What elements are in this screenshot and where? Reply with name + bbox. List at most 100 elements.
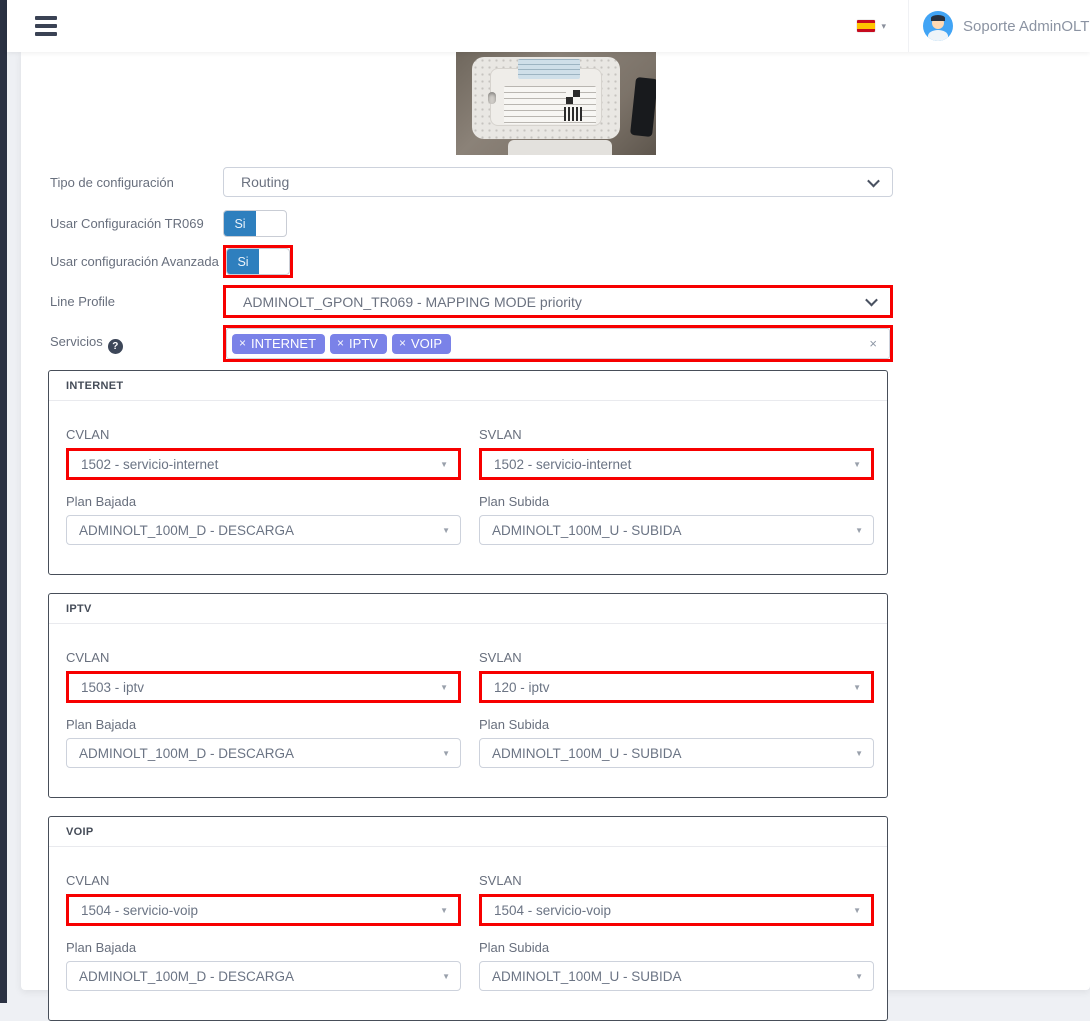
top-navbar: ▾ Soporte AdminOLT (7, 0, 1090, 52)
caret-down-icon: ▼ (853, 460, 861, 469)
line-profile-label: Line Profile (50, 294, 223, 309)
chevron-down-icon: ▾ (881, 21, 886, 32)
plan-bajada-select[interactable]: ADMINOLT_100M_D - DESCARGA ▼ (66, 961, 461, 991)
cvlan-field: CVLAN 1504 - servicio-voip ▼ (66, 873, 461, 926)
svlan-label: SVLAN (479, 650, 874, 665)
panel-body: CVLAN 1504 - servicio-voip ▼ SVLAN 1504 … (49, 847, 887, 1020)
config-type-row: Tipo de configuración Routing (50, 167, 893, 197)
caret-down-icon: ▼ (442, 526, 450, 535)
line-profile-value: ADMINOLT_GPON_TR069 - MAPPING MODE prior… (243, 294, 867, 310)
cvlan-select[interactable]: 1504 - servicio-voip ▼ (69, 897, 458, 923)
plan-subida-field: Plan Subida ADMINOLT_100M_U - SUBIDA ▼ (479, 717, 874, 768)
panel-body: CVLAN 1502 - servicio-internet ▼ SVLAN 1… (49, 401, 887, 574)
cvlan-select[interactable]: 1502 - servicio-internet ▼ (69, 451, 458, 477)
advanced-toggle-value: Si (227, 249, 259, 274)
caret-down-icon: ▼ (855, 749, 863, 758)
plan-bajada-field: Plan Bajada ADMINOLT_100M_D - DESCARGA ▼ (66, 717, 461, 768)
caret-down-icon: ▼ (440, 460, 448, 469)
cvlan-label: CVLAN (66, 873, 461, 888)
language-selector[interactable]: ▾ (857, 20, 886, 32)
line-profile-select[interactable]: ADMINOLT_GPON_TR069 - MAPPING MODE prior… (226, 288, 890, 315)
service-tag: ×IPTV (330, 334, 387, 354)
services-row: Servicios? ×INTERNET ×IPTV ×VOIP × (50, 325, 893, 362)
services-highlight: ×INTERNET ×IPTV ×VOIP × (223, 325, 893, 362)
caret-down-icon: ▼ (853, 906, 861, 915)
panel-title: IPTV (66, 603, 92, 615)
help-icon[interactable]: ? (108, 339, 123, 354)
svlan-select[interactable]: 120 - iptv ▼ (482, 674, 871, 700)
cvlan-field: CVLAN 1503 - iptv ▼ (66, 650, 461, 703)
cvlan-label: CVLAN (66, 650, 461, 665)
remove-tag-icon[interactable]: × (399, 336, 406, 350)
panel-header: INTERNET (49, 371, 887, 401)
tr069-toggle[interactable]: Si (223, 210, 287, 237)
caret-down-icon: ▼ (853, 683, 861, 692)
config-type-select[interactable]: Routing (223, 167, 893, 197)
remove-tag-icon[interactable]: × (337, 336, 344, 350)
plan-bajada-select[interactable]: ADMINOLT_100M_D - DESCARGA ▼ (66, 515, 461, 545)
plan-bajada-select[interactable]: ADMINOLT_100M_D - DESCARGA ▼ (66, 738, 461, 768)
svlan-field: SVLAN 1504 - servicio-voip ▼ (479, 873, 874, 926)
advanced-row: Usar configuración Avanzada Si (50, 245, 893, 278)
plan-subida-field: Plan Subida ADMINOLT_100M_U - SUBIDA ▼ (479, 940, 874, 991)
panel-title: VOIP (66, 826, 94, 838)
svlan-highlight: 1502 - servicio-internet ▼ (479, 448, 874, 480)
panel-iptv: IPTV CVLAN 1503 - iptv ▼ SVLAN (48, 593, 888, 798)
plan-bajada-label: Plan Bajada (66, 940, 461, 955)
plan-subida-select[interactable]: ADMINOLT_100M_U - SUBIDA ▼ (479, 961, 874, 991)
service-tag: ×VOIP (392, 334, 451, 354)
panel-header: VOIP (49, 817, 887, 847)
plan-subida-select[interactable]: ADMINOLT_100M_U - SUBIDA ▼ (479, 515, 874, 545)
advanced-label: Usar configuración Avanzada (50, 254, 223, 269)
plan-subida-label: Plan Subida (479, 940, 874, 955)
cvlan-select[interactable]: 1503 - iptv ▼ (69, 674, 458, 700)
svlan-field: SVLAN 120 - iptv ▼ (479, 650, 874, 703)
svlan-highlight: 1504 - servicio-voip ▼ (479, 894, 874, 926)
panel-title: INTERNET (66, 380, 123, 392)
chevron-down-icon (865, 294, 878, 307)
collapsed-sidebar (0, 0, 7, 1003)
panel-internet: INTERNET CVLAN 1502 - servicio-internet … (48, 370, 888, 575)
caret-down-icon: ▼ (440, 683, 448, 692)
cvlan-field: CVLAN 1502 - servicio-internet ▼ (66, 427, 461, 480)
tr069-toggle-value: Si (224, 211, 256, 236)
plan-subida-select[interactable]: ADMINOLT_100M_U - SUBIDA ▼ (479, 738, 874, 768)
panel-body: CVLAN 1503 - iptv ▼ SVLAN 120 - iptv ▼ (49, 624, 887, 797)
cvlan-highlight: 1504 - servicio-voip ▼ (66, 894, 461, 926)
plan-bajada-label: Plan Bajada (66, 717, 461, 732)
caret-down-icon: ▼ (440, 906, 448, 915)
svlan-label: SVLAN (479, 427, 874, 442)
svlan-highlight: 120 - iptv ▼ (479, 671, 874, 703)
svlan-select[interactable]: 1502 - servicio-internet ▼ (482, 451, 871, 477)
advanced-toggle[interactable]: Si (226, 248, 290, 275)
tr069-row: Usar Configuración TR069 Si (50, 210, 893, 237)
svlan-field: SVLAN 1502 - servicio-internet ▼ (479, 427, 874, 480)
tr069-label: Usar Configuración TR069 (50, 216, 223, 231)
caret-down-icon: ▼ (442, 972, 450, 981)
service-tag: ×INTERNET (232, 334, 325, 354)
menu-icon[interactable] (35, 16, 59, 36)
cvlan-label: CVLAN (66, 427, 461, 442)
plan-bajada-field: Plan Bajada ADMINOLT_100M_D - DESCARGA ▼ (66, 494, 461, 545)
svlan-select[interactable]: 1504 - servicio-voip ▼ (482, 897, 871, 923)
plan-bajada-label: Plan Bajada (66, 494, 461, 509)
config-type-label: Tipo de configuración (50, 175, 223, 190)
services-label: Servicios? (50, 334, 223, 354)
avatar (923, 11, 953, 41)
service-panels: INTERNET CVLAN 1502 - servicio-internet … (48, 370, 888, 1021)
services-multiselect[interactable]: ×INTERNET ×IPTV ×VOIP × (226, 328, 890, 359)
device-photo (456, 52, 656, 155)
content-card: Tipo de configuración Routing Usar Confi… (21, 52, 1090, 990)
caret-down-icon: ▼ (855, 972, 863, 981)
line-profile-highlight: ADMINOLT_GPON_TR069 - MAPPING MODE prior… (223, 285, 893, 318)
chevron-down-icon (867, 174, 880, 187)
clear-selection-icon[interactable]: × (869, 336, 877, 351)
spain-flag-icon (857, 20, 875, 32)
svlan-label: SVLAN (479, 873, 874, 888)
user-menu[interactable]: Soporte AdminOLT (908, 0, 1090, 52)
panel-voip: VOIP CVLAN 1504 - servicio-voip ▼ SVLAN (48, 816, 888, 1021)
panel-header: IPTV (49, 594, 887, 624)
plan-subida-field: Plan Subida ADMINOLT_100M_U - SUBIDA ▼ (479, 494, 874, 545)
remove-tag-icon[interactable]: × (239, 336, 246, 350)
caret-down-icon: ▼ (855, 526, 863, 535)
